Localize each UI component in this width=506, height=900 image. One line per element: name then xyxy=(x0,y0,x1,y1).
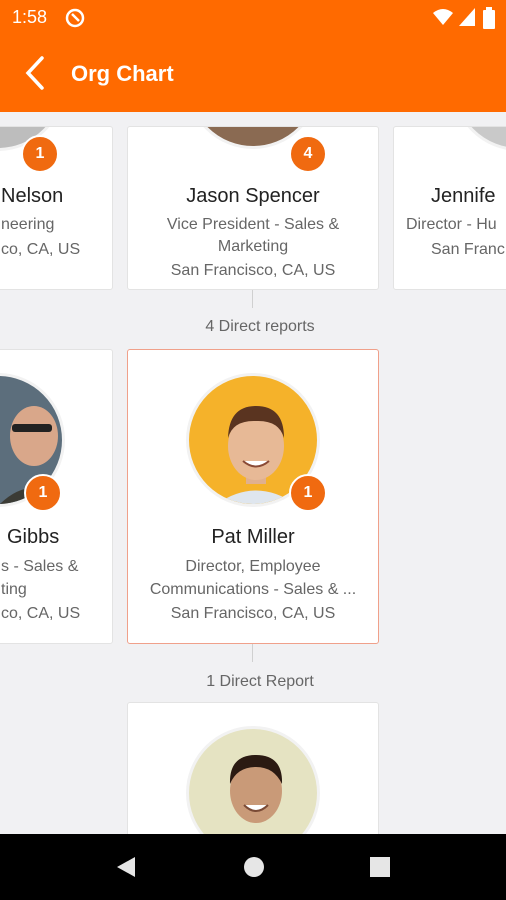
person-title: neering xyxy=(1,216,55,233)
person-title: Director, Employee xyxy=(185,558,321,575)
direct-reports-badge: 1 xyxy=(24,474,62,512)
person-title: s - Sales & xyxy=(1,558,79,575)
org-card-jennifer[interactable]: Jennife Director - Hu San Franc xyxy=(393,126,506,290)
battery-icon xyxy=(483,7,495,34)
direct-reports-badge: 1 xyxy=(289,474,327,512)
org-card-direct-report[interactable] xyxy=(127,702,379,834)
nav-recents-icon[interactable] xyxy=(370,857,390,882)
org-card-jason-spencer[interactable]: 4 Jason Spencer Vice President - Sales &… xyxy=(127,126,379,290)
direct-reports-badge: 1 xyxy=(21,135,59,173)
app-bar: Org Chart xyxy=(0,34,506,112)
person-location: co, CA, US xyxy=(1,241,81,258)
person-name: Jason Spencer xyxy=(186,185,320,207)
notification-icon xyxy=(64,7,86,34)
direct-reports-badge: 4 xyxy=(289,135,327,173)
person-location: San Francisco, CA, US xyxy=(170,605,336,622)
system-nav-bar xyxy=(0,834,506,900)
avatar xyxy=(186,726,320,834)
org-card-gibbs[interactable]: 1 Gibbs s - Sales & ting co, CA, US xyxy=(0,349,113,644)
person-location: co, CA, US xyxy=(1,605,81,622)
person-location: San Franc xyxy=(431,241,505,258)
org-chart-canvas[interactable]: 1 Nelson neering co, CA, US 4 Jason Spen… xyxy=(0,112,506,834)
person-title-cont: Communications - Sales & ... xyxy=(149,581,357,598)
connector-line xyxy=(252,290,253,308)
wifi-icon xyxy=(432,7,454,32)
person-name: Jennife xyxy=(431,185,496,207)
connector-line xyxy=(252,644,253,662)
person-name: Nelson xyxy=(1,185,64,207)
nav-home-icon[interactable] xyxy=(243,856,265,883)
avatar xyxy=(452,127,506,151)
person-title: Director - Hu xyxy=(406,216,497,233)
signal-icon xyxy=(458,7,476,32)
nav-back-icon[interactable] xyxy=(116,856,136,883)
person-title-cont: ting xyxy=(1,581,27,598)
org-card-nelson[interactable]: 1 Nelson neering co, CA, US xyxy=(0,126,113,290)
person-title: Vice President - Sales & xyxy=(166,216,340,233)
back-arrow-icon[interactable] xyxy=(20,56,52,90)
direct-reports-label: 4 Direct reports xyxy=(205,318,315,335)
person-location: San Francisco, CA, US xyxy=(170,262,336,279)
status-time: 1:58 xyxy=(12,7,48,27)
status-bar: 1:58 xyxy=(0,0,506,34)
org-card-pat-miller[interactable]: 1 Pat Miller Director, Employee Communic… xyxy=(127,349,379,644)
direct-reports-label: 1 Direct Report xyxy=(206,673,314,690)
person-title-cont: Marketing xyxy=(217,238,289,255)
person-name: Gibbs xyxy=(7,526,60,548)
page-title: Org Chart xyxy=(71,61,174,86)
person-name: Pat Miller xyxy=(211,526,295,548)
